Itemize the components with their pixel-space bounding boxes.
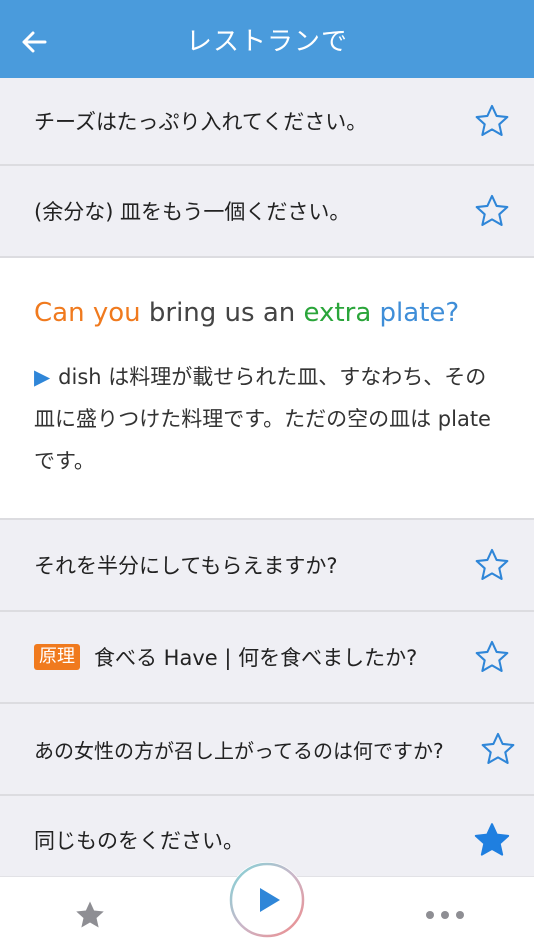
star-outline-icon <box>475 104 509 136</box>
note-marker-icon: ▶ <box>34 365 51 389</box>
list-item[interactable]: (余分な) 皿をもう一個ください。 <box>0 166 534 258</box>
phrase-text: 同じものをください。 <box>34 829 244 853</box>
english-word: plate? <box>371 298 460 328</box>
play-button[interactable] <box>229 862 305 938</box>
star-outline-icon <box>475 194 509 226</box>
star-outline-icon <box>481 732 515 764</box>
english-word: bring us an <box>140 298 304 328</box>
favorites-tab[interactable] <box>70 895 110 935</box>
favorite-toggle[interactable] <box>472 191 512 231</box>
list-item[interactable]: あの女性の方が召し上がってるのは何ですか? <box>0 704 534 796</box>
favorite-toggle[interactable] <box>472 637 512 677</box>
favorite-toggle[interactable] <box>472 545 512 585</box>
page-title: レストランで <box>185 26 348 57</box>
list-item[interactable]: チーズはたっぷり入れてください。 <box>0 78 534 166</box>
list-item[interactable]: 原理 食べる Have | 何を食べましたか? <box>0 612 534 704</box>
top-bar: レストランで <box>0 0 534 78</box>
play-icon <box>259 888 280 912</box>
phrase-list: チーズはたっぷり入れてください。 (余分な) 皿をもう一個ください。 Can y… <box>0 78 534 886</box>
english-sentence: Can you bring us an extra plate? <box>34 298 500 328</box>
phrase-text: 食べる Have | 何を食べましたか? <box>94 646 418 670</box>
more-button[interactable] <box>422 895 468 935</box>
principle-badge: 原理 <box>34 644 80 670</box>
phrase-text: あの女性の方が召し上がってるのは何ですか? <box>34 738 444 763</box>
usage-note: ▶ dish は料理が載せられた皿、すなわち、その皿に盛りつけた料理です。ただの空… <box>34 356 500 482</box>
english-word: Can you <box>34 298 141 328</box>
list-item[interactable]: それを半分にしてもらえますか? <box>0 520 534 612</box>
favorite-toggle[interactable] <box>472 101 512 141</box>
star-filled-icon <box>474 823 510 856</box>
back-button[interactable] <box>14 22 54 62</box>
favorite-toggle[interactable] <box>478 729 518 769</box>
phrase-text: (余分な) 皿をもう一個ください。 <box>34 200 351 224</box>
english-word: extra <box>303 298 372 328</box>
expanded-phrase-detail: Can you bring us an extra plate? ▶ dish は… <box>0 258 534 520</box>
star-outline-icon <box>475 548 509 580</box>
phrase-text: それを半分にしてもらえますか? <box>34 554 338 578</box>
phrase-text: チーズはたっぷり入れてください。 <box>34 110 368 134</box>
star-filled-icon <box>76 901 104 928</box>
more-dots-icon <box>426 911 464 919</box>
star-outline-icon <box>475 640 509 672</box>
arrow-left-icon <box>22 31 47 53</box>
favorite-toggle[interactable] <box>472 820 512 860</box>
note-text: dish は料理が載せられた皿、すなわち、その皿に盛りつけた料理です。ただの空の… <box>34 365 491 473</box>
